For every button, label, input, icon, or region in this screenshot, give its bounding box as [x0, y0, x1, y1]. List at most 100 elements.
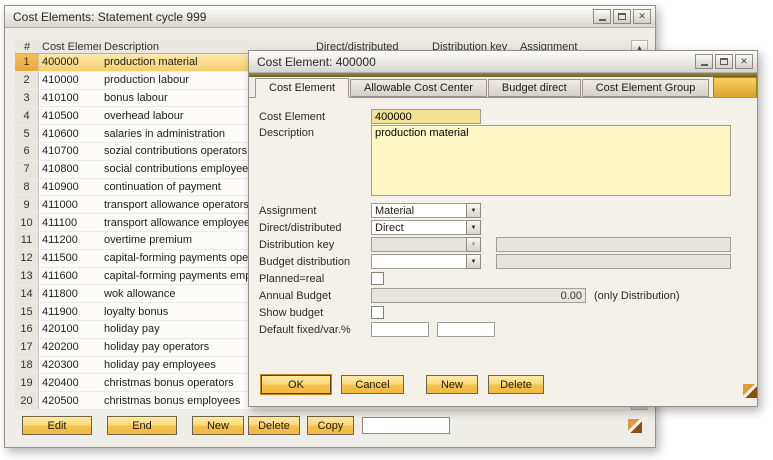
row-code: 411100: [39, 214, 101, 231]
tab-cost-element-group[interactable]: Cost Element Group: [582, 79, 710, 97]
cost-element-label: Cost Element: [259, 111, 371, 123]
distribution-key-dropdown: ▼: [371, 237, 481, 252]
direct-distributed-dropdown[interactable]: Direct ▼: [371, 220, 481, 235]
main-window-title: Cost Elements: Statement cycle 999: [13, 10, 591, 24]
chevron-down-icon: ▼: [466, 254, 481, 269]
edit-button[interactable]: Edit: [22, 416, 92, 435]
budget-distribution-label: Budget distribution: [259, 256, 371, 268]
row-number: 13: [15, 268, 39, 285]
budget-distribution-name-field: [496, 254, 731, 269]
end-button[interactable]: End: [107, 416, 177, 435]
row-number: 12: [15, 250, 39, 267]
row-number: 4: [15, 107, 39, 124]
column-header-cost-element[interactable]: Cost Elemen: [39, 40, 101, 53]
row-number: 5: [15, 125, 39, 142]
row-code: 411500: [39, 250, 101, 267]
dialog-new-button[interactable]: New: [426, 375, 478, 394]
dialog-delete-button[interactable]: Delete: [488, 375, 544, 394]
default-fixed-field[interactable]: [371, 322, 429, 337]
row-number: 15: [15, 303, 39, 320]
row-number: 16: [15, 321, 39, 338]
annual-budget-field: 0.00: [371, 288, 586, 303]
close-icon: ✕: [638, 12, 646, 21]
tab-cost-element[interactable]: Cost Element: [255, 78, 349, 98]
row-number: 9: [15, 196, 39, 213]
assignment-value: Material: [371, 203, 466, 218]
row-code: 411900: [39, 303, 101, 320]
row-code: 410100: [39, 90, 101, 107]
row-number: 1: [15, 54, 39, 71]
row-code: 410500: [39, 107, 101, 124]
main-window-titlebar[interactable]: Cost Elements: Statement cycle 999 ✕: [5, 6, 655, 28]
resize-corner-icon[interactable]: [743, 384, 757, 398]
distribution-key-name-field: [496, 237, 731, 252]
show-budget-checkbox[interactable]: [371, 306, 384, 319]
maximize-icon: [720, 58, 728, 65]
close-icon: ✕: [740, 57, 748, 66]
row-number: 11: [15, 232, 39, 249]
row-number: 3: [15, 90, 39, 107]
row-code: 410900: [39, 179, 101, 196]
dialog-maximize-button[interactable]: [715, 54, 733, 69]
row-code: 411600: [39, 268, 101, 285]
row-number: 18: [15, 357, 39, 374]
cancel-button[interactable]: Cancel: [341, 375, 404, 394]
assignment-dropdown[interactable]: Material ▼: [371, 203, 481, 218]
show-budget-label: Show budget: [259, 307, 371, 319]
dialog-tabstrip: Cost Element Allowable Cost Center Budge…: [249, 77, 757, 98]
delete-button[interactable]: Delete: [248, 416, 300, 435]
distribution-key-value: [371, 237, 466, 252]
row-number: 19: [15, 374, 39, 391]
dialog-titlebar[interactable]: Cost Element: 400000 ✕: [249, 51, 757, 73]
minimize-icon: [599, 19, 606, 21]
annual-budget-note: (only Distribution): [594, 290, 680, 302]
dialog-minimize-button[interactable]: [695, 54, 713, 69]
close-button[interactable]: ✕: [633, 9, 651, 24]
new-button[interactable]: New: [192, 416, 244, 435]
row-code: 420300: [39, 357, 101, 374]
row-number: 7: [15, 161, 39, 178]
ok-button[interactable]: OK: [261, 375, 331, 394]
tab-allowable-cost-center[interactable]: Allowable Cost Center: [350, 79, 487, 97]
dialog-form: Cost Element Description production mate…: [249, 98, 757, 406]
description-label: Description: [259, 127, 371, 139]
maximize-button[interactable]: [613, 9, 631, 24]
description-field[interactable]: production material: [371, 125, 731, 196]
maximize-icon: [618, 13, 626, 20]
copy-button[interactable]: Copy: [307, 416, 354, 435]
row-code: 400000: [39, 54, 101, 71]
minimize-icon: [701, 64, 708, 66]
tabstrip-gold-filler: [713, 77, 757, 97]
default-var-field[interactable]: [437, 322, 495, 337]
budget-distribution-value: [371, 254, 466, 269]
row-number: 14: [15, 285, 39, 302]
resize-corner-icon[interactable]: [628, 419, 642, 433]
direct-distributed-value: Direct: [371, 220, 466, 235]
row-code: 410000: [39, 72, 101, 89]
footer-text-input[interactable]: [362, 417, 450, 434]
budget-distribution-dropdown[interactable]: ▼: [371, 254, 481, 269]
tab-budget-direct[interactable]: Budget direct: [488, 79, 581, 97]
chevron-down-icon: ▼: [466, 220, 481, 235]
dialog-title: Cost Element: 400000: [257, 55, 693, 69]
row-code: 411800: [39, 285, 101, 302]
row-code: 420400: [39, 374, 101, 391]
row-number: 2: [15, 72, 39, 89]
assignment-label: Assignment: [259, 205, 371, 217]
main-window-footer: Edit End New Delete Copy: [22, 416, 450, 435]
row-number: 20: [15, 392, 39, 409]
minimize-button[interactable]: [593, 9, 611, 24]
row-code: 420200: [39, 339, 101, 356]
distribution-key-label: Distribution key: [259, 239, 371, 251]
dialog-close-button[interactable]: ✕: [735, 54, 753, 69]
planned-real-label: Planned=real: [259, 273, 371, 285]
row-code: 410600: [39, 125, 101, 142]
row-code: 410800: [39, 161, 101, 178]
dialog-buttons: OK Cancel New Delete: [261, 375, 544, 394]
column-header-number[interactable]: #: [15, 40, 39, 53]
row-code: 411200: [39, 232, 101, 249]
cost-element-dialog: Cost Element: 400000 ✕ Cost Element Allo…: [248, 50, 758, 407]
planned-real-checkbox[interactable]: [371, 272, 384, 285]
cost-element-field[interactable]: [371, 109, 481, 124]
row-number: 8: [15, 179, 39, 196]
